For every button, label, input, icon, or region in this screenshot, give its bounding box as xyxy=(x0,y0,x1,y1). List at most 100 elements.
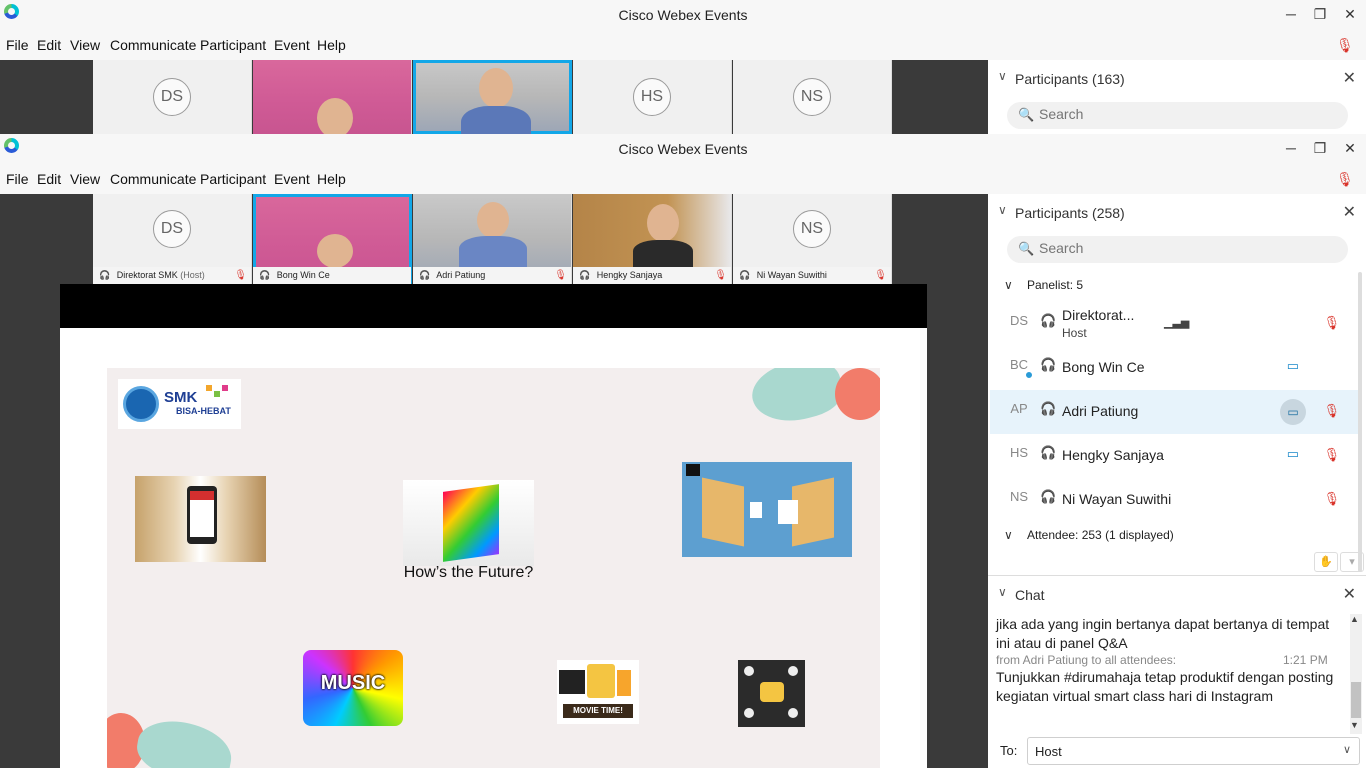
mute-mic-icon[interactable]: 🎙 xyxy=(1336,171,1354,188)
search-icon: 🔍 xyxy=(1018,107,1035,122)
menu-communicate[interactable]: Communicate xyxy=(110,37,196,53)
person-video xyxy=(479,68,513,108)
back-search-input[interactable]: 🔍 xyxy=(1007,102,1348,129)
restore-button[interactable]: ❐ xyxy=(1309,138,1331,158)
menu-participant[interactable]: Participant xyxy=(200,37,266,53)
menu-file[interactable]: File xyxy=(6,37,29,53)
ecommerce-image xyxy=(682,462,852,557)
search-icon: 🔍 xyxy=(1018,241,1035,256)
scroll-down-icon[interactable]: ▼ xyxy=(1350,720,1359,730)
chevron-down-icon[interactable]: ∨ xyxy=(1004,278,1013,292)
video-tile-ni-wayan[interactable]: NS 🎧 Ni Wayan Suwithi 🎙 xyxy=(733,194,892,284)
scroll-up-icon[interactable]: ▲ xyxy=(1350,614,1359,624)
chevron-down-icon[interactable]: ∨ xyxy=(1004,528,1013,542)
menu-edit[interactable]: Edit xyxy=(37,171,61,187)
participant-search[interactable]: 🔍 xyxy=(1007,236,1348,263)
chevron-down-icon[interactable]: ∨ xyxy=(998,203,1007,217)
mic-muted-icon[interactable]: 🎙 xyxy=(1323,491,1340,507)
tile-name: Ni Wayan Suwithi xyxy=(756,270,827,280)
app-icons-graphic xyxy=(443,484,499,562)
scroll-thumb[interactable] xyxy=(1351,682,1361,718)
restore-button[interactable]: ❐ xyxy=(1309,4,1331,24)
menu-communicate[interactable]: Communicate xyxy=(110,171,196,187)
back-menubar: File Edit View Communicate Participant E… xyxy=(0,32,1366,60)
raise-hand-icon[interactable]: ✋ xyxy=(1314,552,1338,572)
search-field[interactable] xyxy=(1039,106,1319,122)
participant-name: Bong Win Ce xyxy=(1062,359,1145,375)
video-tile-direktorat[interactable]: DS 🎧 Direktorat SMK (Host) 🎙 xyxy=(93,194,252,284)
headset-icon: 🎧 xyxy=(1040,489,1057,504)
participant-row[interactable]: BC 🎧 Bong Win Ce ▭ xyxy=(990,346,1362,390)
participant-row[interactable]: HS 🎧 Hengky Sanjaya ▭ 🎙 xyxy=(990,434,1362,478)
avatar: NS xyxy=(793,210,831,248)
minimize-button[interactable]: ─ xyxy=(1280,138,1302,158)
participant-row[interactable]: AP 🎧 Adri Patiung ▭ 🎙 xyxy=(990,390,1362,434)
menu-help[interactable]: Help xyxy=(317,37,346,53)
video-tile-hengky[interactable]: 🎧 Hengky Sanjaya 🎙 xyxy=(573,194,732,284)
close-button[interactable]: ✕ xyxy=(1339,4,1361,24)
chevron-down-icon[interactable]: ∨ xyxy=(998,585,1007,599)
search-input[interactable] xyxy=(1039,240,1319,256)
chevron-down-icon: ∨ xyxy=(1342,744,1351,756)
logo-subtext: BISA-HEBAT xyxy=(176,406,231,416)
avatar: DS xyxy=(1009,313,1029,328)
logo-pixel xyxy=(222,385,228,391)
close-icon[interactable]: ✕ xyxy=(1343,202,1356,222)
menu-event[interactable]: Event xyxy=(274,171,310,187)
menu-participant[interactable]: Participant xyxy=(200,171,266,187)
menu-help[interactable]: Help xyxy=(317,171,346,187)
video-tile-ns[interactable]: NS xyxy=(733,60,892,134)
back-participants-header: ∨ Participants (163) ✕ xyxy=(988,62,1366,94)
chat-timestamp: 1:21 PM xyxy=(1283,653,1328,667)
video-tile-adri[interactable] xyxy=(413,60,572,134)
share-icon[interactable]: ▭ xyxy=(1280,399,1306,425)
tile-role: (Host) xyxy=(180,270,205,280)
music-text: MUSIC xyxy=(320,672,386,694)
chat-header: ∨ Chat ✕ xyxy=(988,578,1366,610)
logo-text: SMK xyxy=(164,389,198,406)
video-tile-adri[interactable]: 🎧 Adri Patiung 🎙 xyxy=(413,194,572,284)
mic-muted-icon[interactable]: 🎙 xyxy=(1323,315,1340,331)
mic-muted-icon[interactable]: 🎙 xyxy=(1323,403,1340,419)
attendee-section-header[interactable]: Attendee: 253 (1 displayed) xyxy=(1027,528,1174,542)
close-icon[interactable]: ✕ xyxy=(1343,68,1356,88)
minimize-button[interactable]: ─ xyxy=(1280,4,1302,24)
chat-scrollbar[interactable]: ▲ ▼ xyxy=(1350,614,1362,734)
tile-label: 🎧 Bong Win Ce xyxy=(253,267,411,284)
panelist-section-header[interactable]: Panelist: 5 xyxy=(1027,278,1083,292)
participant-row[interactable]: DS 🎧 Direktorat... Host ▁▃▅ 🎙 xyxy=(990,302,1362,346)
mute-mic-icon[interactable]: 🎙 xyxy=(1336,37,1354,54)
avatar: AP xyxy=(1010,401,1028,416)
chevron-down-icon[interactable]: ∨ xyxy=(998,69,1007,83)
menu-event[interactable]: Event xyxy=(274,37,310,53)
avatar: HS xyxy=(633,78,671,116)
participant-name: Adri Patiung xyxy=(1062,403,1139,419)
headset-icon: 🎧 xyxy=(99,270,111,280)
participant-name: Hengky Sanjaya xyxy=(1062,447,1164,463)
video-tile-hs[interactable]: HS xyxy=(573,60,732,134)
close-button[interactable]: ✕ xyxy=(1339,138,1361,158)
person-video xyxy=(647,204,679,242)
menu-view[interactable]: View xyxy=(70,171,100,187)
close-icon[interactable]: ✕ xyxy=(1343,584,1356,604)
video-tile-bong[interactable] xyxy=(253,60,412,134)
video-camera-icon[interactable]: ▭ xyxy=(1287,446,1299,462)
participant-row[interactable]: NS 🎧 Ni Wayan Suwithi 🎙 xyxy=(990,478,1362,522)
video-tile-ds[interactable]: DS xyxy=(93,60,252,134)
menu-edit[interactable]: Edit xyxy=(37,37,61,53)
video-tile-bong[interactable]: 🎧 Bong Win Ce xyxy=(253,194,412,284)
tile-name: Bong Win Ce xyxy=(276,270,330,280)
tile-name: Adri Patiung xyxy=(436,270,486,280)
participants-scrollbar[interactable] xyxy=(1358,272,1362,572)
menu-view[interactable]: View xyxy=(70,37,100,53)
video-camera-icon[interactable]: ▭ xyxy=(1287,358,1299,374)
mic-muted-icon[interactable]: 🎙 xyxy=(1323,447,1340,463)
headset-icon: 🎧 xyxy=(419,270,431,280)
phone-icon xyxy=(187,486,217,544)
menu-file[interactable]: File xyxy=(6,171,29,187)
monitor-left xyxy=(702,477,744,547)
tile-name: Hengky Sanjaya xyxy=(596,270,663,280)
shared-content-area: SMK BISA-HEBAT How’s the Future? MUSIC M… xyxy=(0,284,988,768)
tile-label: 🎧 Ni Wayan Suwithi 🎙 xyxy=(733,267,891,284)
recipient-select[interactable]: Host ∨ xyxy=(1027,737,1360,765)
